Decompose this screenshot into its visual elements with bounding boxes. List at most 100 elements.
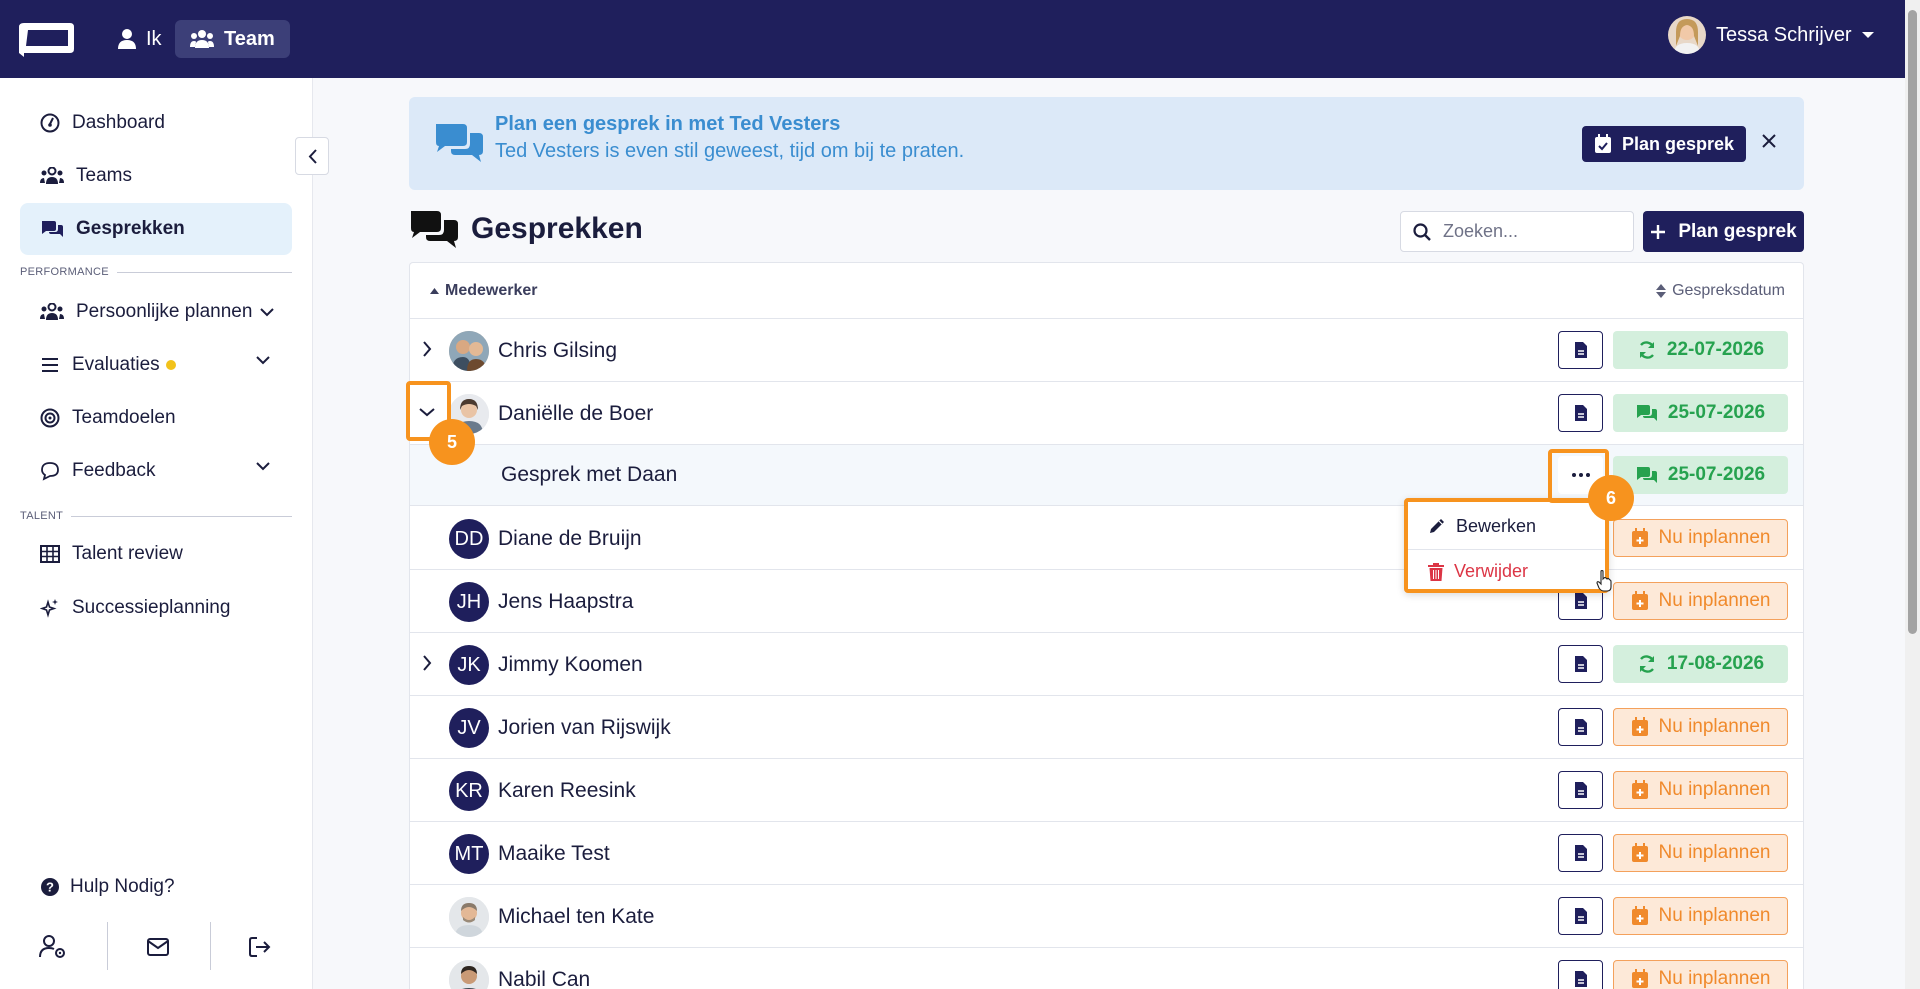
user-icon (118, 29, 136, 49)
column-header-employee: Medewerker (445, 282, 538, 299)
sidebar-item-dashboard[interactable]: Dashboard (20, 97, 292, 149)
schedule-now-button[interactable]: Nu inplannen (1613, 960, 1788, 989)
schedule-label: Nu inplannen (1658, 590, 1771, 611)
sidebar-item-label: Talent review (72, 543, 183, 564)
nav-ik[interactable]: Ik (106, 20, 174, 58)
report-button[interactable] (1558, 708, 1603, 746)
chevron-right-icon[interactable] (422, 655, 432, 671)
search-icon (1413, 222, 1431, 241)
menu-item-verwijder[interactable]: Verwijder (1408, 549, 1612, 593)
table-row[interactable]: Nabil Can Nu inplannen (410, 948, 1803, 989)
caret-down-icon (1861, 31, 1874, 39)
schedule-label: Nu inplannen (1658, 527, 1771, 548)
schedule-now-button[interactable]: Nu inplannen (1613, 519, 1788, 557)
target-icon (40, 408, 60, 428)
calendar-plus-icon (1631, 780, 1649, 800)
schedule-now-button[interactable]: Nu inplannen (1613, 897, 1788, 935)
search-input[interactable] (1443, 221, 1613, 242)
comments-icon (1636, 466, 1658, 484)
sidebar-item-teams[interactable]: Teams (20, 150, 292, 202)
avatar-initials: KR (449, 771, 489, 811)
date-label: 25-07-2026 (1667, 464, 1766, 485)
schedule-now-button[interactable]: Nu inplannen (1613, 834, 1788, 872)
table-row[interactable]: Daniëlle de Boer 25-07-2026 (410, 382, 1803, 445)
sidebar-item-label: Feedback (72, 460, 156, 481)
sidebar-item-gesprekken[interactable]: Gesprekken (20, 203, 292, 255)
app-logo[interactable] (18, 19, 76, 59)
employee-name: Daniëlle de Boer (498, 402, 654, 425)
logout-icon (249, 937, 271, 957)
sidebar-item-persoonlijke-plannen[interactable]: Persoonlijke plannen (20, 286, 292, 338)
employee-name: Jimmy Koomen (498, 653, 643, 676)
banner-plan-button[interactable]: Plan gesprek (1582, 126, 1747, 162)
calendar-plus-icon (1631, 591, 1649, 611)
page-scrollbar[interactable] (1905, 0, 1920, 989)
notification-dot (165, 360, 176, 370)
avatar (449, 897, 489, 937)
scrollbar-thumb[interactable] (1908, 10, 1917, 634)
report-button[interactable] (1558, 394, 1603, 432)
search-field[interactable] (1400, 211, 1634, 252)
divider (107, 922, 108, 970)
close-icon (1761, 133, 1777, 149)
envelope-icon (147, 938, 169, 956)
report-button[interactable] (1558, 834, 1603, 872)
avatar-initials: DD (449, 519, 489, 559)
date-badge[interactable]: 25-07-2026 (1613, 394, 1788, 432)
avatar-initials: JK (449, 645, 489, 685)
table-row[interactable]: JK Jimmy Koomen 17-08-2026 (410, 633, 1803, 696)
date-label: 17-08-2026 (1666, 653, 1765, 674)
sidebar-item-successieplanning[interactable]: Successieplanning (20, 582, 292, 634)
employee-name: Karen Reesink (498, 779, 636, 802)
help-link[interactable]: ? Hulp Nodig? (40, 876, 175, 898)
page-title: Gesprekken (471, 212, 643, 245)
trash-icon (1428, 562, 1444, 581)
menu-item-label: Verwijder (1454, 561, 1529, 581)
employee-name: Chris Gilsing (498, 339, 618, 362)
plan-gesprek-label: Plan gesprek (1678, 220, 1797, 242)
schedule-now-button[interactable]: Nu inplannen (1613, 708, 1788, 746)
sidebar-collapse-button[interactable] (295, 137, 329, 175)
grid-icon (40, 545, 60, 563)
sidebar-item-talent-review[interactable]: Talent review (20, 528, 292, 580)
nav-team[interactable]: Team (175, 20, 290, 58)
sidebar-item-feedback[interactable]: Feedback (20, 445, 292, 497)
schedule-now-button[interactable]: Nu inplannen (1613, 582, 1788, 620)
menu-item-bewerken[interactable]: Bewerken (1408, 504, 1605, 548)
sync-icon (1637, 654, 1657, 674)
date-badge[interactable]: 25-07-2026 (1613, 456, 1788, 494)
chevron-right-icon[interactable] (422, 341, 432, 357)
table-row[interactable]: Chris Gilsing 22-07-2026 (410, 319, 1803, 382)
report-button[interactable] (1558, 645, 1603, 683)
user-menu[interactable]: Tessa Schrijver (1668, 16, 1874, 54)
date-badge[interactable]: 17-08-2026 (1613, 645, 1788, 683)
schedule-now-button[interactable]: Nu inplannen (1613, 771, 1788, 809)
table-row[interactable]: KR Karen Reesink Nu inplannen (410, 759, 1803, 822)
banner-close-button[interactable] (1761, 133, 1777, 149)
nav-ik-label: Ik (146, 27, 162, 50)
messages-button[interactable] (141, 930, 175, 964)
table-row[interactable]: MT Maaike Test Nu inplannen (410, 822, 1803, 885)
conversations-table: Medewerker Gespreksdatum Chris Gilsing 2… (409, 262, 1804, 989)
report-button[interactable] (1558, 331, 1603, 369)
sidebar-item-evaluaties[interactable]: Evaluaties (20, 339, 292, 391)
employee-name: Jorien van Rijswijk (498, 716, 671, 739)
user-settings-button[interactable] (36, 930, 70, 964)
table-row[interactable]: JV Jorien van Rijswijk Nu inplannen (410, 696, 1803, 759)
employee-name: Nabil Can (498, 968, 591, 989)
sidebar-item-label: Evaluaties (72, 354, 160, 375)
sidebar-item-teamdoelen[interactable]: Teamdoelen (20, 392, 292, 444)
nav-team-label: Team (224, 27, 275, 50)
banner-title: Plan een gesprek in met Ted Vesters (495, 113, 841, 135)
report-button[interactable] (1558, 897, 1603, 935)
plan-gesprek-button[interactable]: Plan gesprek (1643, 211, 1804, 252)
divider (210, 922, 211, 970)
logout-button[interactable] (243, 930, 277, 964)
date-badge[interactable]: 22-07-2026 (1613, 331, 1788, 369)
sort-gespreksdatum[interactable]: Gespreksdatum (1656, 282, 1785, 300)
sort-medewerker[interactable]: Medewerker (430, 282, 538, 300)
report-button[interactable] (1558, 960, 1603, 989)
avatar (449, 960, 489, 989)
table-row[interactable]: Michael ten Kate Nu inplannen (410, 885, 1803, 948)
report-button[interactable] (1558, 771, 1603, 809)
